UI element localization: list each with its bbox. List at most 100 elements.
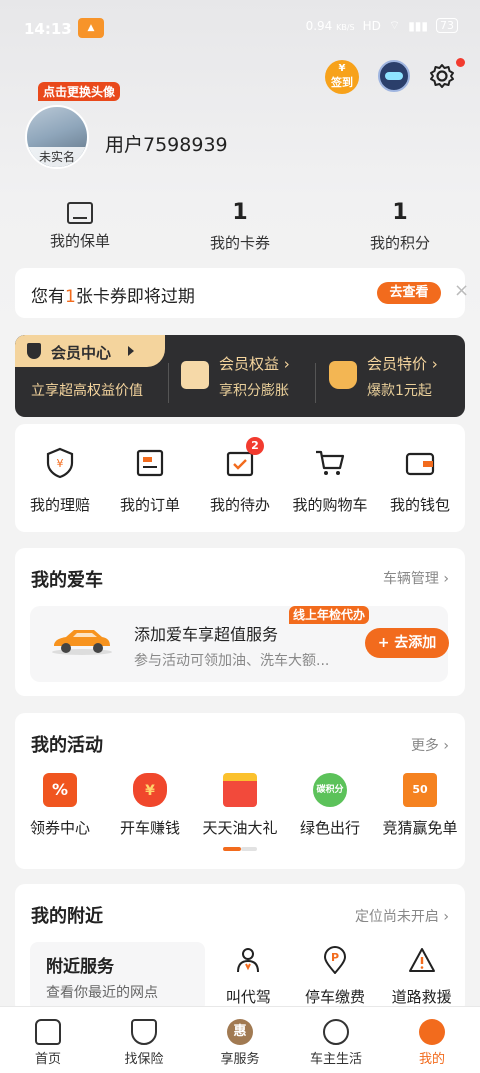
quick-orders[interactable]: 我的订单 [105, 446, 195, 515]
quick-actions-card: ¥ 我的理赔 我的订单 我的待办 我的购物车 我的钱包 [15, 424, 465, 532]
quick-cart[interactable]: 我的购物车 [285, 446, 375, 515]
nearby-label: 停车缴费 [305, 988, 366, 1006]
add-car-button[interactable]: + 去添加 [365, 628, 449, 658]
coupon-icon: % [43, 773, 77, 807]
gift-box-icon [181, 361, 209, 389]
quick-claims[interactable]: ¥ 我的理赔 [15, 446, 105, 515]
nav-services[interactable]: 惠 享服务 [192, 1007, 288, 1073]
close-icon[interactable]: × [454, 280, 469, 301]
quick-label: 我的订单 [119, 496, 180, 514]
stat-points[interactable]: 1 我的积分 [320, 196, 480, 256]
section-title: 我的活动 [31, 735, 103, 756]
warning-triangle-icon [408, 948, 435, 972]
chevron-right-icon: › [443, 909, 449, 925]
shield-icon [27, 343, 41, 359]
nearby-road-rescue[interactable]: 道路救援 [378, 946, 465, 1007]
shopping-cart-icon [316, 450, 345, 475]
add-car-promo[interactable]: 添加爱车享超值服务 参与活动可领加油、洗车大额... 线上年检代办 + 去添加 [30, 606, 449, 682]
home-icon [35, 1019, 61, 1045]
net-speed: 0.94 KB/S [305, 18, 355, 33]
vip-center-tag[interactable]: 会员中心 [15, 335, 165, 367]
nav-label: 我的 [418, 1052, 445, 1067]
nearby-service-desc: 查看你最近的网点 [46, 985, 158, 1001]
avatar[interactable]: 未实名 [25, 105, 89, 169]
checkin-label: 签到 [331, 76, 353, 89]
vehicle-manage-link[interactable]: 车辆管理 › [383, 568, 449, 588]
section-title: 我的爱车 [31, 570, 103, 591]
my-car-card: 我的爱车 车辆管理 › 添加爱车享超值服务 参与活动可领加油、洗车大额... 线… [15, 548, 465, 696]
stat-label: 我的保单 [49, 232, 110, 250]
divider [315, 363, 316, 403]
activity-drive-earn[interactable]: ¥ 开车赚钱 [105, 773, 195, 838]
promo-title: 添加爱车享超值服务 [134, 625, 279, 644]
benefit-desc: 享积分膨胀 [219, 383, 289, 399]
activity-label: 领券中心 [29, 819, 90, 837]
nav-home[interactable]: 首页 [0, 1007, 96, 1073]
gear-icon[interactable] [428, 62, 456, 90]
svg-text:¥: ¥ [57, 457, 64, 470]
status-bar: 14:13 ▲ 0.94 KB/S HD ⌔ ▮▮▮ 73 [0, 0, 480, 56]
vip-subtitle: 立享超高权益价值 [31, 383, 143, 399]
stat-value: 1 [232, 200, 248, 225]
carousel-indicator [223, 847, 257, 851]
avatar-change-tip[interactable]: 点击更换头像 [38, 82, 121, 101]
coupon-expiry-notice: 您有1张卡券即将过期 去查看 × [15, 268, 469, 318]
status-right: 0.94 KB/S HD ⌔ ▮▮▮ 73 [306, 18, 458, 33]
checkin-button[interactable]: ¥ 签到 [325, 60, 359, 94]
chevron-right-icon: › [443, 738, 449, 754]
stat-label: 我的积分 [369, 234, 430, 252]
benefit-title: 会员权益 › [219, 355, 290, 373]
activity-daily-gift[interactable]: 天天油大礼 [195, 773, 285, 838]
nav-insurance[interactable]: 找保险 [96, 1007, 192, 1073]
activity-guess-free[interactable]: 50 竞猜赢免单 [375, 773, 465, 838]
divider [168, 363, 169, 403]
nearby-service-box[interactable]: 附近服务 查看你最近的网点 [30, 942, 205, 1012]
location-setting-link[interactable]: 定位尚未开启 › [355, 906, 449, 926]
vip-title: 会员中心 [51, 344, 112, 362]
section-title: 我的附近 [31, 906, 103, 927]
battery-icon: 73 [436, 18, 458, 33]
nav-mine[interactable]: 我的 [384, 1007, 480, 1073]
nearby-services: 叫代驾 P 停车缴费 道路救援 [205, 945, 465, 1007]
signal-icon: ▮▮▮ [408, 18, 428, 33]
stat-value: 1 [392, 200, 408, 225]
stat-label: 我的卡券 [209, 234, 270, 252]
activity-label: 绿色出行 [299, 819, 360, 837]
nav-car-life[interactable]: 车主生活 [288, 1007, 384, 1073]
todo-count-badge: 2 [246, 437, 264, 455]
bottom-nav: 首页 找保险 惠 享服务 车主生活 我的 [0, 1006, 480, 1073]
nav-label: 首页 [34, 1052, 61, 1067]
app-notification-icon: ▲ [78, 18, 104, 38]
promo-tag: 线上年检代办 [289, 606, 370, 624]
coin-icon: ¥ [338, 63, 346, 74]
nearby-designated-driver[interactable]: 叫代驾 [205, 946, 292, 1007]
profile-icon [419, 1019, 445, 1045]
assistant-robot-icon[interactable] [378, 60, 410, 92]
activity-coupon-center[interactable]: % 领券中心 [15, 773, 105, 838]
activity-label: 天天油大礼 [202, 819, 278, 837]
nearby-label: 道路救援 [391, 988, 452, 1006]
view-coupons-button[interactable]: 去查看 [377, 282, 441, 304]
user-stats: 我的保单 1 我的卡券 1 我的积分 [0, 196, 480, 256]
claims-shield-icon: ¥ [46, 447, 74, 479]
stat-policy[interactable]: 我的保单 [0, 196, 160, 256]
vip-benefit-rights[interactable]: 会员权益 › 享积分膨胀 [219, 353, 290, 400]
stat-coupons[interactable]: 1 我的卡券 [160, 196, 320, 256]
vip-benefit-deals[interactable]: 会员特价 › 爆款1元起 [367, 353, 438, 400]
car-icon [52, 630, 112, 655]
quick-todo[interactable]: 我的待办 [195, 446, 285, 515]
driver-icon [237, 948, 260, 973]
parking-pin-icon: P [323, 945, 347, 975]
more-activities-link[interactable]: 更多 › [411, 735, 449, 755]
hd-icon: HD [362, 18, 381, 33]
quick-label: 我的钱包 [389, 496, 450, 514]
nearby-service-title: 附近服务 [46, 957, 114, 977]
activity-green-travel[interactable]: 碳积分 绿色出行 [285, 773, 375, 838]
nearby-parking[interactable]: P 停车缴费 [292, 945, 379, 1007]
play-arrow-icon [128, 346, 134, 356]
vip-center-card[interactable]: 会员中心 立享超高权益价值 会员权益 › 享积分膨胀 会员特价 › 爆款1元起 [15, 335, 465, 417]
quick-label: 我的待办 [209, 496, 270, 514]
policy-icon [67, 202, 93, 224]
benefit-title: 会员特价 › [367, 355, 438, 373]
quick-wallet[interactable]: 我的钱包 [375, 446, 465, 515]
